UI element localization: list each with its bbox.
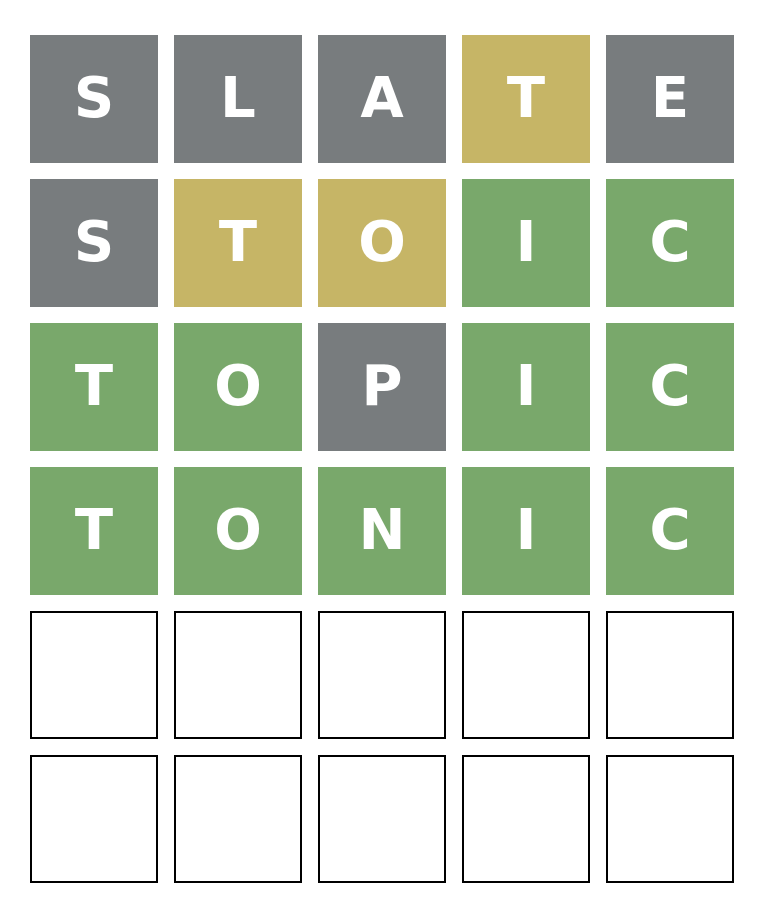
tile-r1-c1: S <box>30 35 158 163</box>
tile-r5-c1 <box>30 611 158 739</box>
tile-r6-c4 <box>462 755 590 883</box>
tile-r3-c4: I <box>462 323 590 451</box>
tile-r2-c3: O <box>318 179 446 307</box>
tile-r6-c1 <box>30 755 158 883</box>
tile-r5-c5 <box>606 611 734 739</box>
tile-r1-c4: T <box>462 35 590 163</box>
tile-r3-c1: T <box>30 323 158 451</box>
tile-r1-c3: A <box>318 35 446 163</box>
tile-r2-c4: I <box>462 179 590 307</box>
tile-r3-c2: O <box>174 323 302 451</box>
tile-r6-c5 <box>606 755 734 883</box>
game-board: S L A T E S T O I C T O P I C T O N I C <box>30 35 734 883</box>
tile-r4-c2: O <box>174 467 302 595</box>
tile-r2-c2: T <box>174 179 302 307</box>
tile-r4-c5: C <box>606 467 734 595</box>
tile-r4-c3: N <box>318 467 446 595</box>
tile-r4-c4: I <box>462 467 590 595</box>
tile-r5-c3 <box>318 611 446 739</box>
tile-r5-c2 <box>174 611 302 739</box>
tile-r5-c4 <box>462 611 590 739</box>
tile-r6-c2 <box>174 755 302 883</box>
tile-r6-c3 <box>318 755 446 883</box>
tile-r2-c5: C <box>606 179 734 307</box>
tile-r1-c5: E <box>606 35 734 163</box>
tile-r3-c3: P <box>318 323 446 451</box>
tile-r1-c2: L <box>174 35 302 163</box>
tile-r3-c5: C <box>606 323 734 451</box>
tile-r4-c1: T <box>30 467 158 595</box>
tile-r2-c1: S <box>30 179 158 307</box>
